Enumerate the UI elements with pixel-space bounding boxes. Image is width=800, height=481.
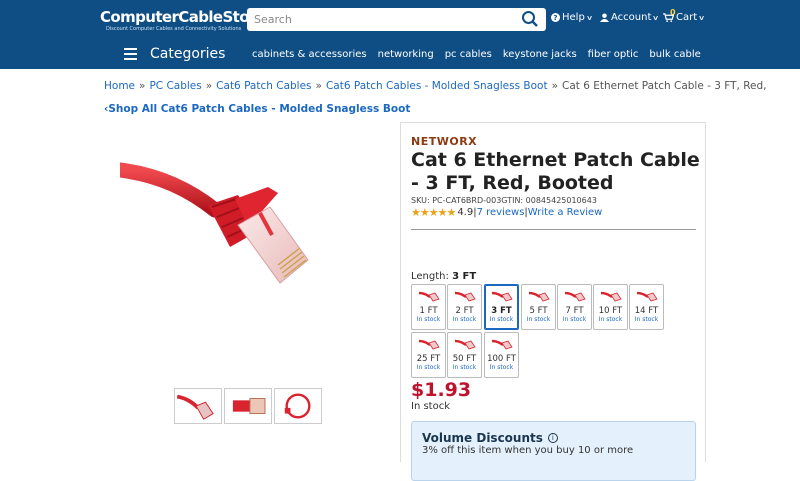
length-option-label: 50 FT <box>452 354 477 364</box>
breadcrumb-current: Cat 6 Ethernet Patch Cable - 3 FT, Red, <box>562 80 767 92</box>
help-label: Help <box>562 12 585 23</box>
site-header: ComputerCableStore Discount Computer Cab… <box>0 0 800 69</box>
cable-thumbnail-icon <box>528 291 550 302</box>
length-option-stock: In stock <box>489 316 514 323</box>
thumbnail-3[interactable] <box>274 388 322 424</box>
categories-menu[interactable]: Categories <box>150 46 225 62</box>
length-option-50-ft[interactable]: 50 FT In stock <box>447 332 482 378</box>
search-icon[interactable] <box>521 10 539 28</box>
product-main-image[interactable] <box>120 135 380 340</box>
length-option-label: 5 FT <box>529 306 548 316</box>
length-option-stock: In stock <box>489 364 514 371</box>
site-logo[interactable]: ComputerCableStore Discount Computer Cab… <box>100 8 266 34</box>
user-icon <box>600 13 609 22</box>
write-review-link[interactable]: Write a Review <box>528 207 603 218</box>
breadcrumb-molded-snagless[interactable]: Cat6 Patch Cables - Molded Snagless Boot <box>326 80 548 92</box>
volume-discounts-title: Volume Discounts i <box>422 431 558 445</box>
product-info-panel: NETWORX Cat 6 Ethernet Patch Cable - 3 F… <box>400 122 706 481</box>
cart-label: Cart <box>676 12 698 23</box>
length-option-label: 14 FT <box>634 306 659 316</box>
selected-length: 3 FT <box>452 271 477 282</box>
nav-fiber-optic[interactable]: fiber optic <box>588 49 639 60</box>
cable-thumbnail-icon <box>454 291 476 302</box>
nav-pc-cables[interactable]: pc cables <box>445 49 492 60</box>
length-option-label: 10 FT <box>598 306 623 316</box>
length-option-5-ft[interactable]: 5 FT In stock <box>521 284 556 330</box>
cable-thumbnail-icon <box>600 291 622 302</box>
length-option-label: 100 FT <box>487 354 516 364</box>
length-option-label: 1 FT <box>419 306 438 316</box>
help-menu[interactable]: ? Help ∨ <box>551 12 593 23</box>
length-option-25-ft[interactable]: 25 FT In stock <box>411 332 446 378</box>
svg-text:?: ? <box>553 13 557 22</box>
logo-tagline: Discount Computer Cables and Connectivit… <box>106 26 242 32</box>
length-option-stock: In stock <box>452 316 477 323</box>
length-option-label: 2 FT <box>455 306 474 316</box>
hamburger-menu-icon[interactable] <box>124 48 137 60</box>
search-box <box>247 8 546 31</box>
cable-thumbnail-icon <box>418 291 440 302</box>
nav-bulk-cable[interactable]: bulk cable <box>649 49 700 60</box>
cable-thumbnail-icon <box>636 291 658 302</box>
thumbnail-strip <box>174 388 322 424</box>
length-option-label: 3 FT <box>491 306 512 316</box>
cable-thumbnail-icon <box>454 339 476 350</box>
length-option-stock: In stock <box>562 316 587 323</box>
sku-gtin: SKU: PC-CAT6BRD-003GTIN: 00845425010643 <box>411 196 597 205</box>
volume-discounts-box: Volume Discounts i 3% off this item when … <box>411 421 696 481</box>
help-icon: ? <box>551 13 560 22</box>
chevron-down-icon: ∨ <box>698 13 706 22</box>
breadcrumb-home[interactable]: Home <box>104 80 135 92</box>
logo-text: ComputerCableStore <box>100 8 266 26</box>
shop-all-link[interactable]: ‹Shop All Cat6 Patch Cables - Molded Sna… <box>104 103 410 115</box>
info-icon[interactable]: i <box>547 433 558 443</box>
length-option-7-ft[interactable]: 7 FT In stock <box>557 284 592 330</box>
rating-row: ★★★★★ 4.9 | 7 reviews | Write a Review <box>411 206 603 219</box>
length-option-label: 25 FT <box>416 354 441 364</box>
length-option-3-ft[interactable]: 3 FT In stock <box>484 284 519 330</box>
search-input[interactable] <box>247 8 507 31</box>
length-option-stock: In stock <box>526 316 551 323</box>
volume-discount-line: 3% off this item when you buy 10 or more <box>422 445 634 456</box>
length-option-1-ft[interactable]: 1 FT In stock <box>411 284 446 330</box>
chevron-down-icon: ∨ <box>652 13 660 22</box>
cable-thumbnail-icon <box>491 339 513 350</box>
cable-thumbnail-icon <box>564 291 586 302</box>
stock-status: In stock <box>411 401 451 412</box>
cart-icon <box>663 13 674 22</box>
divider <box>411 229 696 230</box>
thumbnail-2[interactable] <box>224 388 272 424</box>
length-option-stock: In stock <box>416 364 441 371</box>
length-option-2-ft[interactable]: 2 FT In stock <box>447 284 482 330</box>
nav-keystone-jacks[interactable]: keystone jacks <box>503 49 577 60</box>
account-menu[interactable]: Account ∨ <box>600 12 660 23</box>
length-option-14-ft[interactable]: 14 FT In stock <box>629 284 664 330</box>
nav-cabinets-accessories[interactable]: cabinets & accessories <box>252 49 367 60</box>
length-option-stock: In stock <box>598 316 623 323</box>
length-option-stock: In stock <box>416 316 441 323</box>
account-label: Account <box>611 12 652 23</box>
breadcrumb-pc-cables[interactable]: PC Cables <box>149 80 201 92</box>
cart-menu[interactable]: Cart ∨ <box>663 12 706 23</box>
product-price: $1.93 <box>411 379 472 401</box>
reviews-link[interactable]: 7 reviews <box>477 207 525 218</box>
nav-networking[interactable]: networking <box>378 49 434 60</box>
length-option-stock: In stock <box>452 364 477 371</box>
product-title: Cat 6 Ethernet Patch Cable - 3 FT, Red, … <box>411 149 700 194</box>
length-label: Length: 3 FT <box>411 271 477 282</box>
length-option-10-ft[interactable]: 10 FT In stock <box>593 284 628 330</box>
thumbnail-1[interactable] <box>174 388 222 424</box>
chevron-down-icon: ∨ <box>585 13 593 22</box>
rating-value: 4.9 <box>457 207 474 218</box>
cable-thumbnail-icon <box>491 291 513 302</box>
breadcrumb: Home» PC Cables» Cat6 Patch Cables» Cat6 Pa… <box>104 80 767 92</box>
length-option-stock: In stock <box>634 316 659 323</box>
length-option-100-ft[interactable]: 100 FT In stock <box>484 332 519 378</box>
length-option-label: 7 FT <box>565 306 584 316</box>
breadcrumb-cat6-patch-cables[interactable]: Cat6 Patch Cables <box>216 80 311 92</box>
category-nav: cabinets & accessories networking pc cab… <box>252 49 712 60</box>
brand-name[interactable]: NETWORX <box>411 135 477 148</box>
cable-thumbnail-icon <box>418 339 440 350</box>
star-rating-icon: ★★★★★ <box>411 206 456 219</box>
